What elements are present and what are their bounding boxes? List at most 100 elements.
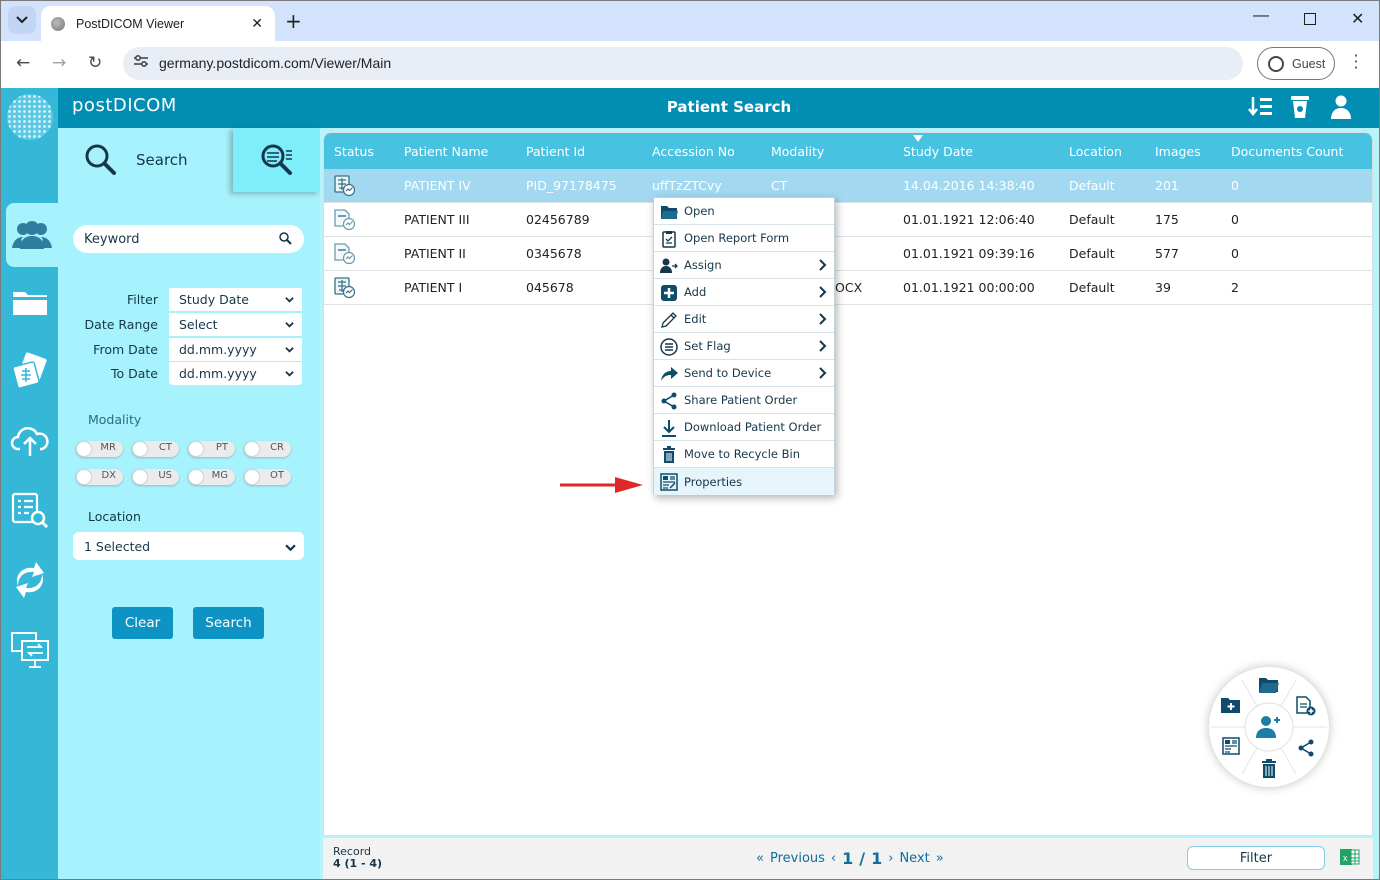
search-button[interactable]: Search <box>193 607 264 639</box>
menu-item-open[interactable]: Open <box>654 198 834 225</box>
table-row[interactable]: PATIENT IV PID_97178475 uffTzZTCvy CT 14… <box>324 169 1372 203</box>
menu-item-download-patient-order[interactable]: Download Patient Order <box>654 414 834 441</box>
keyword-search-icon[interactable] <box>279 232 292 245</box>
page-separator: / <box>859 849 866 868</box>
filter-button[interactable]: Filter <box>1187 846 1325 870</box>
location-select[interactable]: 1 Selected <box>73 532 304 560</box>
maximize-icon[interactable] <box>1304 13 1316 25</box>
menu-item-edit[interactable]: Edit <box>654 306 834 333</box>
column-header-patient-name[interactable]: Patient Name <box>404 144 488 159</box>
properties-icon[interactable] <box>1222 737 1240 755</box>
upload-cloud-icon <box>10 427 49 456</box>
rail-upload[interactable] <box>1 408 58 472</box>
next-page-button[interactable]: Next <box>899 851 929 866</box>
date-range-select[interactable]: Select <box>169 313 302 337</box>
recycle-bin-icon[interactable] <box>1290 95 1310 123</box>
properties-icon <box>660 473 678 491</box>
column-header-documents-count[interactable]: Documents Count <box>1231 144 1343 159</box>
profile-button[interactable]: Guest <box>1257 47 1335 80</box>
rail-transfer[interactable] <box>1 618 58 682</box>
menu-item-move-to-recycle-bin[interactable]: Move to Recycle Bin <box>654 441 834 468</box>
sort-list-icon[interactable] <box>1248 95 1274 123</box>
site-settings-icon[interactable] <box>132 54 150 72</box>
previous-page-button[interactable]: Previous <box>770 851 825 866</box>
trash-icon <box>663 446 675 463</box>
plus-square-icon <box>661 285 677 301</box>
chevron-right-icon <box>819 340 827 352</box>
modality-code: MR <box>100 442 116 453</box>
rail-list-search[interactable] <box>1 478 58 542</box>
column-header-location[interactable]: Location <box>1069 144 1122 159</box>
column-header-images[interactable]: Images <box>1155 144 1201 159</box>
keyword-search-input[interactable]: Keyword <box>73 225 304 253</box>
minimize-icon[interactable]: — <box>1253 7 1269 25</box>
modality-toggle-mg[interactable]: MG <box>188 469 235 485</box>
tab-search[interactable]: Search <box>58 128 233 192</box>
menu-item-properties[interactable]: Properties <box>654 468 834 495</box>
cell-modality: OCX <box>835 280 863 295</box>
browser-tab[interactable]: PostDICOM Viewer ✕ <box>41 6 275 41</box>
column-header-patient-id[interactable]: Patient Id <box>526 144 585 159</box>
prev-icon[interactable]: ‹ <box>831 851 836 866</box>
to-date-field[interactable]: dd.mm.yyyy <box>169 362 302 386</box>
menu-item-assign[interactable]: Assign <box>654 252 834 279</box>
status-reported-icon <box>334 175 356 197</box>
current-page: 1 <box>842 849 854 868</box>
share-icon[interactable] <box>1297 739 1315 757</box>
modality-toggle-ct[interactable]: CT <box>132 441 179 457</box>
back-icon[interactable]: ← <box>16 53 30 73</box>
menu-item-set-flag[interactable]: Set Flag <box>654 333 834 360</box>
browser-menu-icon[interactable]: · · · <box>1351 48 1361 76</box>
modality-toggle-ot[interactable]: OT <box>244 469 291 485</box>
cell-study-date: 01.01.1921 00:00:00 <box>903 280 1035 295</box>
from-date-value: dd.mm.yyyy <box>179 342 257 357</box>
menu-item-share-patient-order[interactable]: Share Patient Order <box>654 387 834 414</box>
add-document-icon[interactable] <box>1296 696 1316 716</box>
rail-patients[interactable] <box>6 203 58 267</box>
user-profile-icon[interactable] <box>1330 95 1352 123</box>
rail-folder[interactable] <box>1 270 58 334</box>
forward-icon[interactable]: → <box>52 53 66 73</box>
table-row[interactable]: PATIENT III 02456789 01.01.1921 12:06:40… <box>324 203 1372 237</box>
rail-study-cards[interactable] <box>1 340 58 404</box>
add-folder-icon[interactable] <box>1221 697 1241 713</box>
column-header-modality[interactable]: Modality <box>771 144 824 159</box>
modality-toggle-mr[interactable]: MR <box>76 441 123 457</box>
close-window-icon[interactable]: ✕ <box>1351 9 1364 29</box>
tab-list-button[interactable] <box>8 6 36 34</box>
menu-item-send-to-device[interactable]: Send to Device <box>654 360 834 387</box>
cell-images: 175 <box>1155 212 1179 227</box>
menu-item-add[interactable]: Add <box>654 279 834 306</box>
menu-item-open-report-form[interactable]: Open Report Form <box>654 225 834 252</box>
modality-toggle-dx[interactable]: DX <box>76 469 123 485</box>
cell-patient-id: 045678 <box>526 280 574 295</box>
close-tab-icon[interactable]: ✕ <box>251 16 263 32</box>
clipboard-check-icon <box>662 231 676 248</box>
table-row[interactable]: PATIENT I 045678 OCX 01.01.1921 00:00:00… <box>324 271 1372 305</box>
cell-images: 39 <box>1155 280 1171 295</box>
clear-button[interactable]: Clear <box>112 607 173 639</box>
from-date-field[interactable]: dd.mm.yyyy <box>169 338 302 362</box>
reload-icon[interactable]: ↻ <box>88 53 102 73</box>
filter-select[interactable]: Study Date <box>169 288 302 312</box>
first-page-icon[interactable]: « <box>756 851 764 866</box>
trash-icon[interactable] <box>1261 759 1277 778</box>
excel-export-icon[interactable]: x <box>1340 848 1360 866</box>
next-icon[interactable]: › <box>888 851 893 866</box>
modality-toggle-us[interactable]: US <box>132 469 179 485</box>
column-header-study-date[interactable]: Study Date <box>903 144 973 159</box>
table-row[interactable]: PATIENT II 0345678 01.01.1921 09:39:16 D… <box>324 237 1372 271</box>
modality-toggle-cr[interactable]: CR <box>244 441 291 457</box>
rail-sync[interactable] <box>1 548 58 612</box>
favicon-icon <box>51 16 65 31</box>
last-page-icon[interactable]: » <box>936 851 944 866</box>
new-tab-button[interactable]: + <box>285 9 302 33</box>
column-header-accession-no[interactable]: Accession No <box>652 144 735 159</box>
address-bar[interactable]: germany.postdicom.com/Viewer/Main <box>123 47 1243 80</box>
open-folder-icon[interactable] <box>1259 677 1279 693</box>
column-header-status[interactable]: Status <box>334 144 374 159</box>
add-patient-icon[interactable] <box>1256 715 1282 739</box>
modality-toggle-pt[interactable]: PT <box>188 441 235 457</box>
flag-list-icon <box>660 338 678 356</box>
tab-advanced-search[interactable] <box>233 128 320 192</box>
